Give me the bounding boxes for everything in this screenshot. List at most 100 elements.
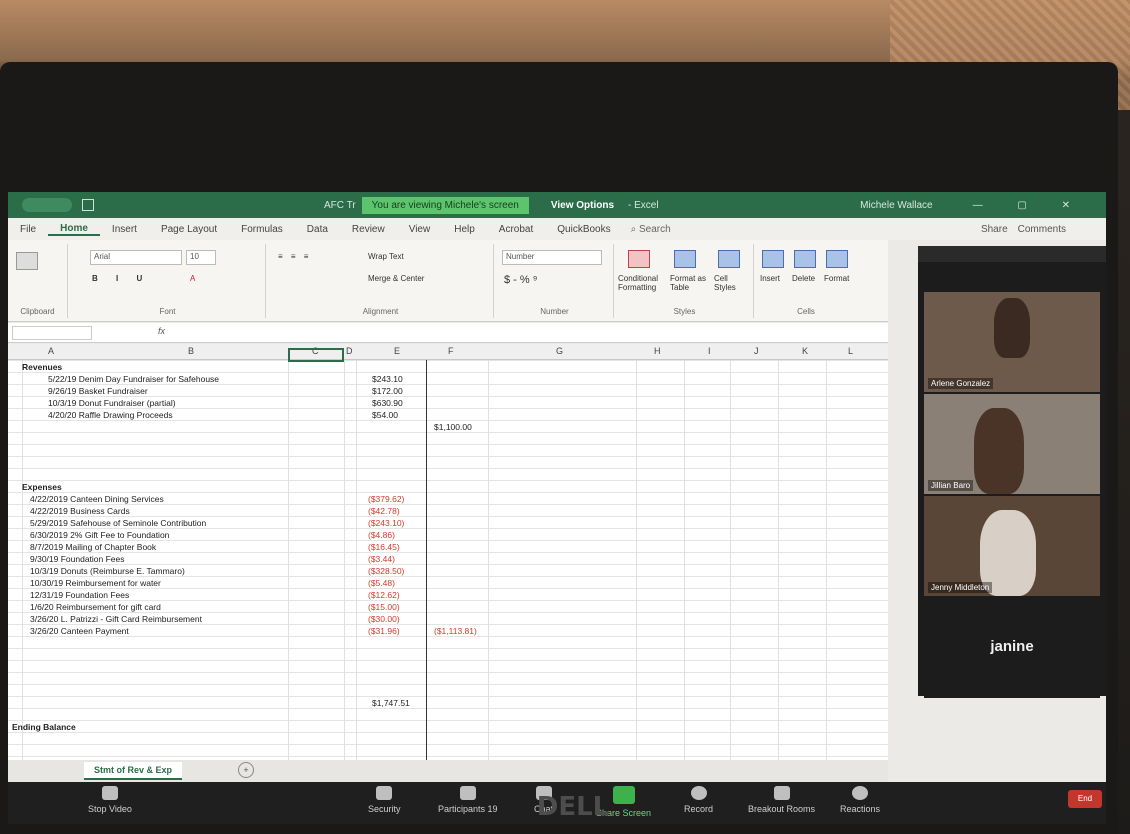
tab-insert[interactable]: Insert xyxy=(100,224,149,235)
comments-button[interactable]: Comments xyxy=(1018,224,1066,235)
font-color-icon[interactable]: A xyxy=(190,274,195,283)
sheet-tab[interactable]: Stmt of Rev & Exp xyxy=(84,762,183,780)
gridline xyxy=(826,360,827,760)
dell-logo: DELL xyxy=(536,792,610,822)
monitor: AFC Tr You are viewing Michele's screen … xyxy=(0,62,1118,834)
participant-tile[interactable]: Jillian Baro xyxy=(924,394,1100,494)
participants-button[interactable]: Participants 19 xyxy=(438,786,498,814)
cells-group: Insert Delete Format Cells xyxy=(756,244,856,318)
column-header[interactable]: J xyxy=(754,346,759,356)
autosave-toggle[interactable] xyxy=(22,198,72,212)
column-header[interactable]: D xyxy=(346,346,353,356)
participant-video xyxy=(994,298,1030,358)
revenue-desc: 10/3/19 Donut Fundraiser (partial) xyxy=(48,398,176,408)
styles-group-label: Styles xyxy=(673,307,696,316)
expense-desc: 12/31/19 Foundation Fees xyxy=(30,590,130,600)
cell-styles-button[interactable]: Cell Styles xyxy=(714,274,750,292)
align-icons[interactable]: ≡ ≡ ≡ xyxy=(278,252,311,261)
participant-tile[interactable]: Jenny Middleton xyxy=(924,496,1100,596)
wrap-text-button[interactable]: Wrap Text xyxy=(368,252,404,261)
tab-formulas[interactable]: Formulas xyxy=(229,224,295,235)
font-size-select[interactable]: 10 xyxy=(186,250,216,265)
share-button[interactable]: Share xyxy=(981,224,1008,235)
column-header[interactable]: I xyxy=(708,346,711,356)
gridline xyxy=(636,360,637,760)
save-icon[interactable] xyxy=(82,199,94,211)
excel-title-bar: AFC Tr You are viewing Michele's screen … xyxy=(8,192,1106,218)
column-header[interactable]: K xyxy=(802,346,808,356)
cell-styles-icon[interactable] xyxy=(718,250,740,268)
participant-tile[interactable]: janine xyxy=(924,598,1100,698)
reactions-label: Reactions xyxy=(840,804,881,814)
selected-cell[interactable] xyxy=(288,348,344,362)
merge-center-button[interactable]: Merge & Center xyxy=(368,274,424,283)
tab-view[interactable]: View xyxy=(397,224,443,235)
spreadsheet-grid[interactable]: Revenues 5/22/19 Denim Day Fundraiser fo… xyxy=(8,348,888,760)
gallery-header[interactable] xyxy=(918,246,1106,262)
participant-name: Jillian Baro xyxy=(928,480,974,491)
sheet-tab-bar: Stmt of Rev & Exp + xyxy=(8,760,888,782)
gridline xyxy=(288,360,289,760)
expense-amount: ($12.62) xyxy=(368,590,400,600)
revenue-amount: $172.00 xyxy=(372,386,403,396)
expense-amount: ($30.00) xyxy=(368,614,400,624)
search-box[interactable]: ⌕ Search xyxy=(631,224,671,235)
currency-percent-icons[interactable]: $ - % ⁹ xyxy=(504,274,537,286)
breakout-rooms-button[interactable]: Breakout Rooms xyxy=(748,786,815,814)
tab-page-layout[interactable]: Page Layout xyxy=(149,224,229,235)
insert-cells-icon[interactable] xyxy=(762,250,784,268)
participant-count: 19 xyxy=(487,804,498,814)
tab-review[interactable]: Review xyxy=(340,224,397,235)
column-header[interactable]: E xyxy=(394,346,400,356)
expense-total: ($1,113.81) xyxy=(434,626,477,636)
document-title: AFC Tr xyxy=(324,199,356,211)
delete-button[interactable]: Delete xyxy=(792,274,815,283)
tab-acrobat[interactable]: Acrobat xyxy=(487,224,545,235)
column-header[interactable]: B xyxy=(188,346,194,356)
tab-home[interactable]: Home xyxy=(48,223,100,236)
conditional-formatting-button[interactable]: Conditional Formatting xyxy=(618,274,666,292)
expense-desc: 10/3/19 Donuts (Reimburse E. Tammaro) xyxy=(30,566,185,576)
reactions-button[interactable]: Reactions xyxy=(840,786,880,814)
column-header[interactable]: L xyxy=(848,346,853,356)
format-cells-icon[interactable] xyxy=(826,250,848,268)
format-as-table-icon[interactable] xyxy=(674,250,696,268)
column-header[interactable]: A xyxy=(48,346,54,356)
shield-icon xyxy=(376,786,393,800)
expense-amount: ($379.62) xyxy=(368,494,405,504)
record-label: Record xyxy=(684,804,714,814)
record-button[interactable]: Record xyxy=(684,786,713,814)
user-name[interactable]: Michele Wallace xyxy=(860,200,932,211)
font-name-select[interactable]: Arial xyxy=(90,250,182,265)
expenses-header: Expenses xyxy=(22,482,62,492)
expense-desc: 3/26/20 L. Patrizzi - Gift Card Reimburs… xyxy=(30,614,202,624)
format-button[interactable]: Format xyxy=(824,274,849,283)
column-header[interactable]: G xyxy=(556,346,563,356)
insert-button[interactable]: Insert xyxy=(760,274,780,283)
window-controls[interactable]: — ▢ ✕ xyxy=(973,200,1086,211)
number-group: Number $ - % ⁹ Number xyxy=(496,244,614,318)
delete-cells-icon[interactable] xyxy=(794,250,816,268)
format-as-table-button[interactable]: Format as Table xyxy=(670,274,710,292)
tab-quickbooks[interactable]: QuickBooks xyxy=(545,224,622,235)
number-format-select[interactable]: Number xyxy=(502,250,602,265)
conditional-formatting-icon[interactable] xyxy=(628,250,650,268)
column-header[interactable]: H xyxy=(654,346,661,356)
tab-data[interactable]: Data xyxy=(295,224,340,235)
view-options-button[interactable]: View Options xyxy=(551,200,614,211)
tab-help[interactable]: Help xyxy=(442,224,487,235)
add-sheet-icon[interactable]: + xyxy=(238,762,254,778)
tab-file[interactable]: File xyxy=(8,224,48,235)
column-header[interactable]: F xyxy=(448,346,454,356)
name-box[interactable] xyxy=(12,326,92,340)
revenues-header: Revenues xyxy=(22,362,63,372)
end-meeting-button[interactable]: End xyxy=(1068,790,1102,808)
paste-icon[interactable] xyxy=(16,252,38,270)
security-button[interactable]: Security xyxy=(368,786,401,814)
stop-video-button[interactable]: Stop Video xyxy=(88,786,132,814)
font-style-buttons[interactable]: B I U xyxy=(92,274,150,283)
fx-icon[interactable]: fx xyxy=(158,326,165,336)
revenue-desc: 9/26/19 Basket Fundraiser xyxy=(48,386,148,396)
participant-tile[interactable]: Arlene Gonzalez xyxy=(924,292,1100,392)
styles-group: Conditional Formatting Format as Table C… xyxy=(616,244,754,318)
